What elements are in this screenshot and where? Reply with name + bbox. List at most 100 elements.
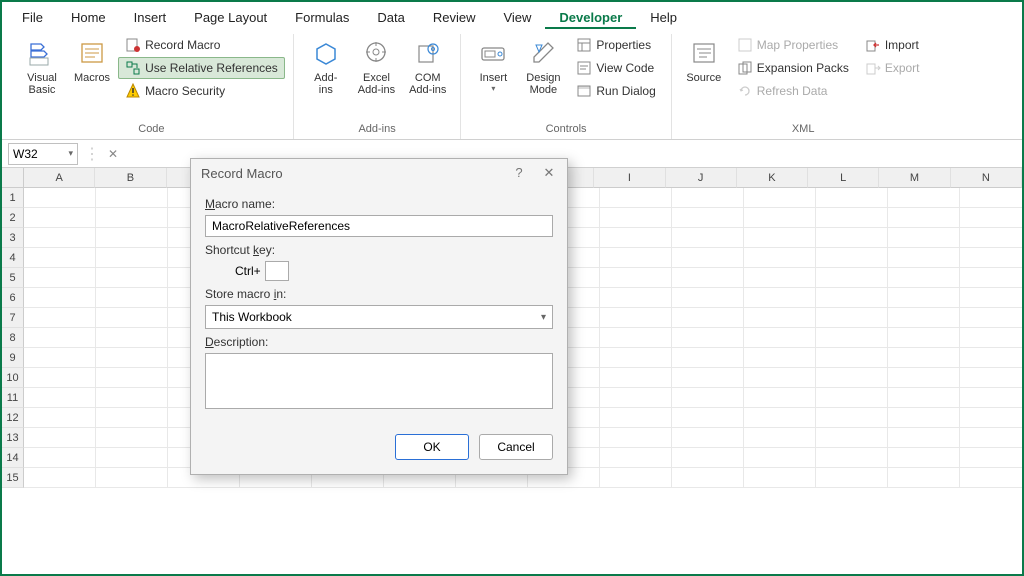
- menu-review[interactable]: Review: [419, 6, 490, 29]
- cell[interactable]: [600, 468, 672, 488]
- cell[interactable]: [600, 288, 672, 308]
- cell[interactable]: [24, 308, 96, 328]
- cell[interactable]: [744, 448, 816, 468]
- row-header[interactable]: 8: [2, 328, 24, 348]
- cell[interactable]: [672, 368, 744, 388]
- cell[interactable]: [744, 188, 816, 208]
- cell[interactable]: [816, 248, 888, 268]
- cell[interactable]: [816, 368, 888, 388]
- cell[interactable]: [24, 288, 96, 308]
- row-header[interactable]: 11: [2, 388, 24, 408]
- cell[interactable]: [96, 448, 168, 468]
- cell[interactable]: [960, 388, 1022, 408]
- cell[interactable]: [960, 348, 1022, 368]
- cell[interactable]: [672, 468, 744, 488]
- row-header[interactable]: 3: [2, 228, 24, 248]
- cell[interactable]: [744, 308, 816, 328]
- cell[interactable]: [96, 388, 168, 408]
- cancel-button[interactable]: Cancel: [479, 434, 553, 460]
- cell[interactable]: [816, 188, 888, 208]
- cell[interactable]: [888, 228, 960, 248]
- row-header[interactable]: 12: [2, 408, 24, 428]
- cell[interactable]: [888, 288, 960, 308]
- cell[interactable]: [96, 428, 168, 448]
- cell[interactable]: [888, 308, 960, 328]
- cell[interactable]: [96, 188, 168, 208]
- record-macro-button[interactable]: Record Macro: [118, 34, 285, 56]
- cell[interactable]: [888, 248, 960, 268]
- column-header[interactable]: K: [737, 168, 808, 188]
- cell[interactable]: [960, 268, 1022, 288]
- menu-help[interactable]: Help: [636, 6, 691, 29]
- cell[interactable]: [600, 368, 672, 388]
- row-header[interactable]: 4: [2, 248, 24, 268]
- cell[interactable]: [672, 288, 744, 308]
- cell[interactable]: [744, 428, 816, 448]
- cell[interactable]: [600, 248, 672, 268]
- cell[interactable]: [888, 408, 960, 428]
- cell[interactable]: [816, 228, 888, 248]
- cell[interactable]: [816, 328, 888, 348]
- row-header[interactable]: 6: [2, 288, 24, 308]
- row-header[interactable]: 10: [2, 368, 24, 388]
- cell[interactable]: [600, 388, 672, 408]
- cell[interactable]: [24, 428, 96, 448]
- select-all-corner[interactable]: [2, 168, 24, 188]
- cell[interactable]: [24, 228, 96, 248]
- cell[interactable]: [24, 208, 96, 228]
- cell[interactable]: [600, 408, 672, 428]
- name-box[interactable]: W32 ▾: [8, 143, 78, 165]
- row-header[interactable]: 14: [2, 448, 24, 468]
- use-relative-references-button[interactable]: Use Relative References: [118, 57, 285, 79]
- cell[interactable]: [24, 448, 96, 468]
- cell[interactable]: [24, 268, 96, 288]
- insert-button[interactable]: Insert ▾: [469, 34, 517, 97]
- cell[interactable]: [672, 208, 744, 228]
- source-button[interactable]: Source: [680, 34, 728, 88]
- cell[interactable]: [960, 288, 1022, 308]
- cell[interactable]: [24, 328, 96, 348]
- cell[interactable]: [744, 388, 816, 408]
- excel-addins-button[interactable]: Excel Add-ins: [352, 34, 401, 100]
- menu-home[interactable]: Home: [57, 6, 120, 29]
- cell[interactable]: [960, 468, 1022, 488]
- help-button[interactable]: ?: [511, 165, 527, 181]
- cell[interactable]: [672, 308, 744, 328]
- row-header[interactable]: 7: [2, 308, 24, 328]
- cell[interactable]: [816, 288, 888, 308]
- cancel-formula-button[interactable]: ✕: [104, 145, 122, 163]
- cell[interactable]: [960, 448, 1022, 468]
- column-header[interactable]: B: [95, 168, 166, 188]
- com-addins-button[interactable]: COM Add-ins: [403, 34, 452, 100]
- view-code-button[interactable]: View Code: [569, 57, 662, 79]
- cell[interactable]: [600, 188, 672, 208]
- cell[interactable]: [672, 348, 744, 368]
- column-header[interactable]: J: [666, 168, 737, 188]
- menu-data[interactable]: Data: [363, 6, 418, 29]
- cell[interactable]: [744, 208, 816, 228]
- row-header[interactable]: 13: [2, 428, 24, 448]
- macro-name-input[interactable]: [205, 215, 553, 237]
- menu-formulas[interactable]: Formulas: [281, 6, 363, 29]
- shortcut-key-input[interactable]: [265, 261, 289, 281]
- cell[interactable]: [96, 248, 168, 268]
- cell[interactable]: [96, 468, 168, 488]
- cell[interactable]: [24, 348, 96, 368]
- cell[interactable]: [816, 268, 888, 288]
- cell[interactable]: [600, 348, 672, 368]
- cell[interactable]: [744, 248, 816, 268]
- cell[interactable]: [96, 348, 168, 368]
- cell[interactable]: [816, 308, 888, 328]
- import-button[interactable]: Import: [858, 34, 927, 56]
- cell[interactable]: [672, 428, 744, 448]
- cell[interactable]: [960, 188, 1022, 208]
- cell[interactable]: [960, 408, 1022, 428]
- cell[interactable]: [96, 208, 168, 228]
- cell[interactable]: [960, 228, 1022, 248]
- row-header[interactable]: 15: [2, 468, 24, 488]
- row-header[interactable]: 1: [2, 188, 24, 208]
- cell[interactable]: [744, 468, 816, 488]
- cell[interactable]: [816, 408, 888, 428]
- column-header[interactable]: I: [594, 168, 665, 188]
- cell[interactable]: [24, 408, 96, 428]
